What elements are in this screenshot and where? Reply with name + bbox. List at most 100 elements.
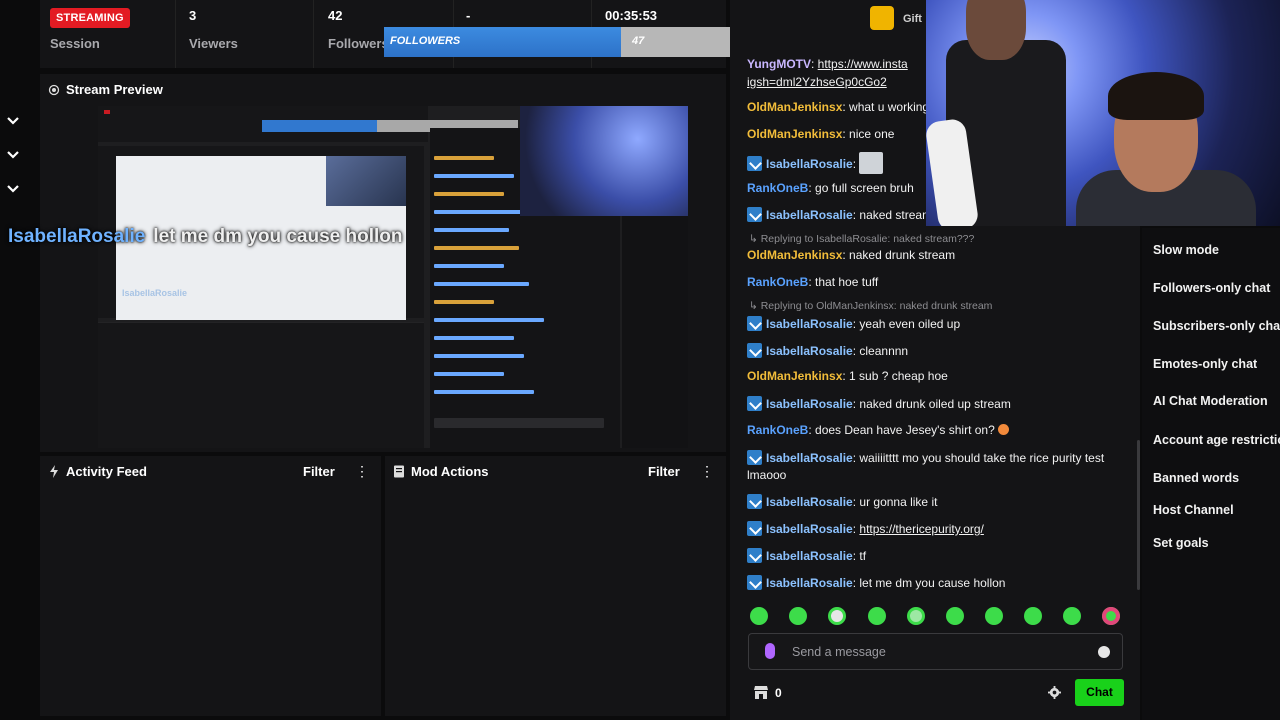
menu-item-host-channel[interactable]: Host Channel xyxy=(1153,503,1234,517)
emote-icon[interactable] xyxy=(750,607,768,625)
left-rail xyxy=(0,0,36,720)
chat-username[interactable]: IsabellaRosalie xyxy=(766,549,853,563)
viewers-count: 3 xyxy=(189,8,197,23)
chat-username[interactable]: OldManJenkinsx xyxy=(747,369,842,383)
reply-context[interactable]: ↳ Replying to OldManJenkinsx: naked drun… xyxy=(749,300,992,312)
more-options-icon[interactable]: ⋮ xyxy=(700,463,714,479)
emote-icon[interactable] xyxy=(828,607,846,625)
menu-item-emotes-only[interactable]: Emotes-only chat xyxy=(1153,357,1257,371)
activity-feed-panel: Activity Feed Filter ⋮ xyxy=(40,456,381,716)
chat-text: naked stream xyxy=(859,208,933,222)
chat-message: OldManJenkinsx: 1 sub ? cheap hoe xyxy=(747,369,948,383)
emote-icon[interactable] xyxy=(946,607,964,625)
activity-filter-button[interactable]: Filter xyxy=(303,464,335,479)
chat-text: that hoe tuff xyxy=(815,275,879,289)
chat-link[interactable]: https://thericepurity.org/ xyxy=(859,522,984,536)
chat-username[interactable]: IsabellaRosalie xyxy=(766,495,853,509)
chat-message: IsabellaRosalie: tf xyxy=(747,548,866,563)
session-label: Session xyxy=(50,36,100,51)
chat-username[interactable]: IsabellaRosalie xyxy=(766,397,853,411)
more-options-icon[interactable]: ⋮ xyxy=(355,463,369,479)
chat-text: yeah even oiled up xyxy=(859,317,961,331)
chat-text: nice one xyxy=(849,127,895,141)
emote-icon[interactable] xyxy=(1063,607,1081,625)
moderator-badge-icon xyxy=(747,494,762,509)
chat-username[interactable]: IsabellaRosalie xyxy=(766,451,853,465)
menu-item-set-goals[interactable]: Set goals xyxy=(1153,536,1209,550)
chat-text: cleannnn xyxy=(859,344,909,358)
mini-bottom-panels xyxy=(98,322,424,448)
chat-caption-overlay: IsabellaRosalie let me dm you cause hollo… xyxy=(8,226,402,248)
chevron-down-icon[interactable] xyxy=(5,147,21,163)
stream-preview-panel: Stream Preview IsabellaRosalie IsabellaR… xyxy=(8,74,726,452)
chat-username[interactable]: IsabellaRosalie xyxy=(766,576,853,590)
moderator-badge-icon xyxy=(747,396,762,411)
broadcast-icon xyxy=(48,84,60,96)
chat-username[interactable]: RankOneB xyxy=(747,181,808,195)
emote-image xyxy=(859,152,884,174)
emote-icon[interactable] xyxy=(1024,607,1042,625)
emote-icon[interactable] xyxy=(868,607,886,625)
emote-icon[interactable] xyxy=(789,607,807,625)
chat-username[interactable]: IsabellaRosalie xyxy=(766,522,853,536)
document-icon xyxy=(394,465,404,478)
chat-link-continued[interactable]: igsh=dml2YzhseGp0cGo2 xyxy=(747,75,887,89)
chat-username[interactable]: IsabellaRosalie xyxy=(766,208,853,222)
chat-message-continued: lmaooo xyxy=(747,468,787,482)
chat-text: naked drunk oiled up stream xyxy=(859,397,1011,411)
chat-text: what u working xyxy=(849,100,930,114)
emote-icon[interactable] xyxy=(1102,607,1120,625)
chat-message: IsabellaRosalie: yeah even oiled up xyxy=(747,316,960,331)
chat-username[interactable]: YungMOTV xyxy=(747,57,811,71)
emote-icon[interactable] xyxy=(907,607,925,625)
emote-quick-bar xyxy=(748,605,1124,627)
chat-username[interactable]: RankOneB xyxy=(747,423,808,437)
reply-context[interactable]: ↳ Replying to IsabellaRosalie: naked str… xyxy=(749,233,974,245)
gift-label: Gift xyxy=(903,13,922,25)
chat-username[interactable]: IsabellaRosalie xyxy=(766,157,853,171)
chat-username[interactable]: OldManJenkinsx xyxy=(747,248,842,262)
mod-actions-panel: Mod Actions Filter ⋮ xyxy=(385,456,726,716)
reply-text: Replying to OldManJenkinsx: naked drunk … xyxy=(760,300,993,312)
channel-points[interactable]: 0 xyxy=(775,686,782,700)
emote-icon[interactable] xyxy=(985,607,1003,625)
chat-username[interactable]: IsabellaRosalie xyxy=(766,344,853,358)
moderator-badge-icon xyxy=(747,575,762,590)
mini-live-badge xyxy=(104,110,110,114)
chat-username[interactable]: IsabellaRosalie xyxy=(766,317,853,331)
chat-input-placeholder: Send a message xyxy=(792,645,886,659)
chat-username[interactable]: OldManJenkinsx xyxy=(747,127,842,141)
send-chat-button[interactable]: Chat xyxy=(1075,679,1124,706)
session-stat: STREAMING Session xyxy=(40,0,176,68)
menu-item-account-age[interactable]: Account age restriction xyxy=(1153,433,1280,447)
gear-icon[interactable] xyxy=(1048,686,1061,699)
stream-preview-video[interactable] xyxy=(98,106,688,448)
menu-item-slow-mode[interactable]: Slow mode xyxy=(1153,243,1219,257)
chat-text: waiiiitttt mo you should take the rice p… xyxy=(859,451,1105,465)
menu-item-banned-words[interactable]: Banned words xyxy=(1153,471,1239,485)
viewers-label: Viewers xyxy=(189,36,238,51)
stream-preview-title: Stream Preview xyxy=(66,82,163,97)
chevron-down-icon[interactable] xyxy=(5,181,21,197)
goal-label: FOLLOWERS xyxy=(390,35,461,47)
microphone-icon[interactable] xyxy=(765,643,775,659)
chevron-down-icon[interactable] xyxy=(5,113,21,129)
emoji-picker-icon[interactable] xyxy=(1098,646,1110,658)
chat-link[interactable]: https://www.insta xyxy=(818,57,908,71)
chat-scrollbar[interactable] xyxy=(1137,440,1140,590)
gift-icon[interactable] xyxy=(870,6,894,30)
dash-value: - xyxy=(466,8,471,23)
menu-item-subscribers-only[interactable]: Subscribers-only chat xyxy=(1153,319,1280,333)
mini-webcam xyxy=(326,156,406,206)
chat-username[interactable]: RankOneB xyxy=(747,275,808,289)
mod-filter-button[interactable]: Filter xyxy=(648,464,680,479)
store-icon[interactable] xyxy=(754,685,768,699)
chat-input[interactable]: Send a message xyxy=(748,633,1123,670)
chat-message: RankOneB: that hoe tuff xyxy=(747,275,879,289)
moderator-badge-icon xyxy=(747,450,762,465)
menu-item-ai-moderation[interactable]: AI Chat Moderation xyxy=(1153,394,1268,408)
chat-username[interactable]: OldManJenkinsx xyxy=(747,100,842,114)
viewers-stat: 3 Viewers xyxy=(176,0,314,68)
menu-item-followers-only[interactable]: Followers-only chat xyxy=(1153,281,1270,295)
moderator-badge-icon xyxy=(747,156,762,171)
